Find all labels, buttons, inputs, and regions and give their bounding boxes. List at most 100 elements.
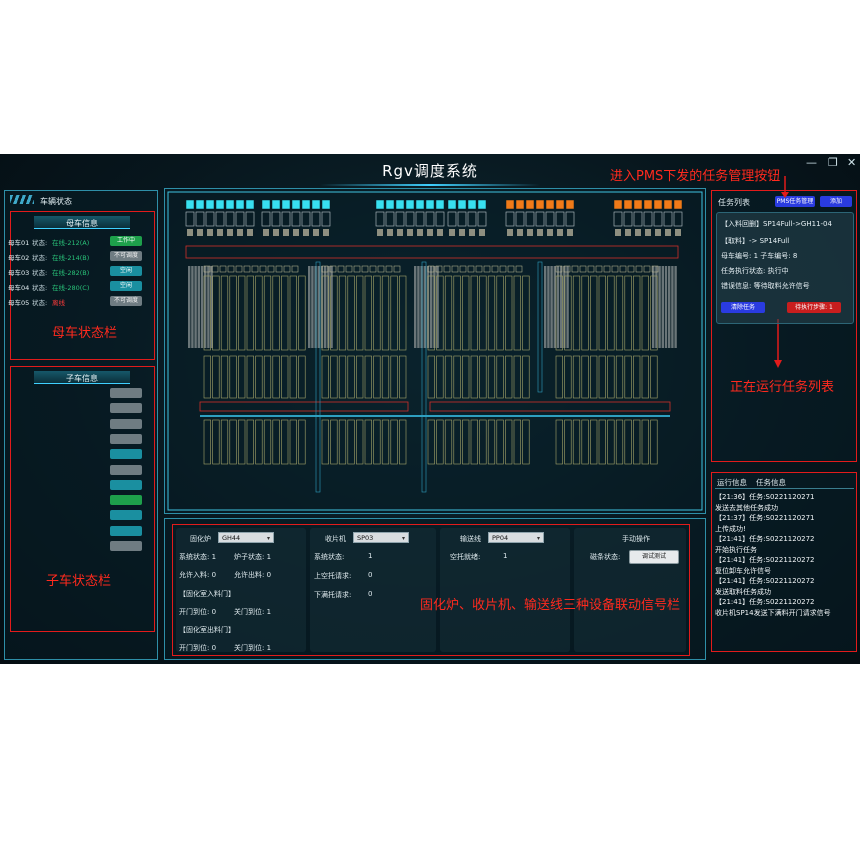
- parent-row[interactable]: 母车05 状态: 离线: [8, 295, 100, 308]
- rack-stripe: [204, 266, 207, 348]
- storage-slot: [255, 275, 263, 351]
- debug-test-button[interactable]: 调试测试: [629, 550, 679, 564]
- child-row[interactable]: [8, 433, 100, 446]
- slot-marker: [211, 265, 219, 273]
- station-frame: [477, 211, 487, 227]
- lower-divider: [200, 415, 670, 417]
- storage-slot: [444, 275, 453, 351]
- conveyor-select[interactable]: PP04 ▾: [488, 532, 544, 543]
- furnace-in-close: 关门到位: 1: [234, 608, 272, 616]
- storage-slot: [590, 419, 598, 465]
- station-tray: [625, 229, 631, 236]
- storage-slot: [330, 355, 338, 399]
- minimize-icon[interactable]: —: [806, 156, 817, 169]
- slot-marker: [571, 265, 579, 273]
- slot-marker: [385, 265, 393, 273]
- station-tray: [615, 229, 621, 236]
- storage-slot: [272, 275, 280, 351]
- parent-name: 母车03: [8, 268, 30, 277]
- storage-slot: [373, 275, 381, 351]
- slot-marker: [291, 265, 299, 273]
- storage-slot: [479, 355, 487, 399]
- clear-task-button[interactable]: 清除任务: [721, 302, 765, 313]
- storage-slot: [522, 419, 530, 465]
- station-tray: [527, 229, 533, 236]
- station-frame: [301, 211, 311, 227]
- storage-slot: [436, 355, 444, 399]
- pending-step-button[interactable]: 待执行步骤: 1: [787, 302, 841, 313]
- storage-slot: [444, 419, 453, 465]
- storage-slot: [427, 419, 435, 465]
- station-frame: [225, 211, 235, 227]
- child-status-badge: [110, 433, 142, 444]
- slot-marker: [515, 265, 523, 273]
- tab-run-info[interactable]: 运行信息: [717, 477, 747, 488]
- storage-slot: [607, 355, 615, 399]
- log-tab-divider: [715, 488, 854, 489]
- storage-slot: [505, 275, 513, 351]
- station-tray: [197, 229, 203, 236]
- child-row[interactable]: [8, 387, 100, 400]
- storage-slot: [496, 275, 504, 351]
- child-row[interactable]: [8, 525, 100, 538]
- storage-slot: [650, 355, 658, 399]
- parent-row[interactable]: 母车03 状态: 在线-282(B): [8, 265, 100, 278]
- child-row[interactable]: [8, 540, 100, 553]
- furnace-out-close: 关门到位: 1: [234, 644, 272, 652]
- close-icon[interactable]: ✕: [847, 156, 856, 169]
- rack-stripe: [553, 266, 556, 348]
- log-line: 【21:41】任务:S0221120272: [715, 535, 815, 543]
- log-line: 【21:41】任务:S0221120272: [715, 577, 815, 585]
- station-frame: [215, 211, 225, 227]
- child-row[interactable]: [8, 402, 100, 415]
- station-tray: [479, 229, 485, 236]
- storage-slot: [347, 275, 355, 351]
- parent-row[interactable]: 母车02 状态: 在线-214(B): [8, 250, 100, 263]
- child-row[interactable]: [8, 464, 100, 477]
- storage-slot: [590, 355, 598, 399]
- tab-task-info[interactable]: 任务信息: [756, 477, 786, 488]
- restore-icon[interactable]: ❐: [828, 156, 838, 169]
- station-cell: [435, 199, 445, 210]
- parent-row[interactable]: 母车01 状态: 在线-212(A): [8, 235, 100, 248]
- station-frame: [525, 211, 535, 227]
- storage-slot: [390, 419, 398, 465]
- add-task-button[interactable]: 添加: [820, 196, 852, 207]
- slot-marker: [337, 265, 345, 273]
- child-row[interactable]: [8, 509, 100, 522]
- furnace-out-open: 开门到位: 0: [179, 644, 217, 652]
- lower-track-right: [429, 401, 671, 412]
- station-tray: [459, 229, 465, 236]
- child-row[interactable]: [8, 494, 100, 507]
- rack-stripe: [556, 266, 560, 348]
- parent-status-badge: 不可调度: [110, 296, 142, 306]
- storage-slot: [624, 419, 632, 465]
- conveyor-select-value: PP04: [492, 534, 509, 542]
- parent-row[interactable]: 母车04 状态: 在线-280(C): [8, 280, 100, 293]
- furnace-allow-out: 允许出料: 0: [234, 571, 272, 579]
- storage-slot: [347, 419, 355, 465]
- station-cell: [653, 199, 663, 210]
- storage-slot: [338, 419, 347, 465]
- station-cell: [477, 199, 487, 210]
- station-tray: [303, 229, 309, 236]
- collector-up-empty: 上空托请求:: [314, 572, 352, 580]
- station-frame: [415, 211, 425, 227]
- station-frame: [673, 211, 683, 227]
- child-row[interactable]: [8, 479, 100, 492]
- child-row[interactable]: [8, 418, 100, 431]
- station-frame: [291, 211, 301, 227]
- storage-slot: [615, 275, 624, 351]
- furnace-select[interactable]: GH44 ▾: [218, 532, 274, 543]
- storage-slot: [263, 275, 272, 351]
- parent-state-value: 在线-282(B): [52, 268, 90, 277]
- slot-marker: [483, 265, 491, 273]
- log-line: 发送去其他任务成功: [715, 503, 778, 512]
- storage-slot: [364, 419, 372, 465]
- slot-marker: [219, 265, 227, 273]
- child-row[interactable]: [8, 448, 100, 461]
- collector-select[interactable]: SP03 ▾: [353, 532, 409, 543]
- child-header: 子车信息: [66, 374, 98, 383]
- rack-stripe: [308, 266, 311, 348]
- station-cell: [425, 199, 435, 210]
